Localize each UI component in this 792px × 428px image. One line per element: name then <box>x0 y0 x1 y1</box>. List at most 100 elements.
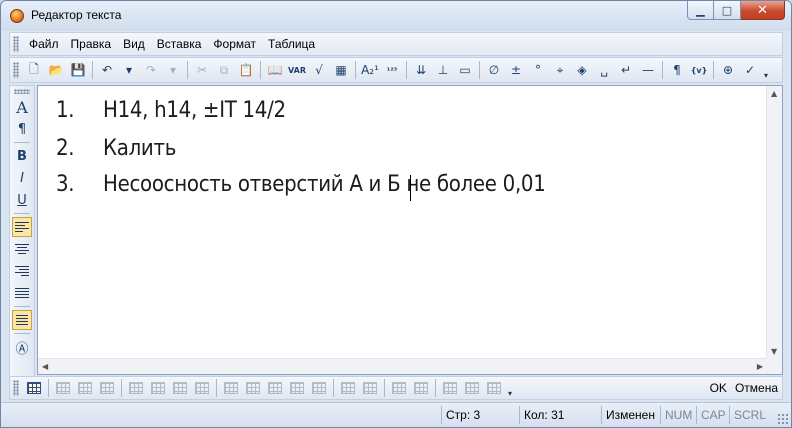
minimize-button[interactable]: ▁ <box>687 1 714 20</box>
line-break-icon[interactable]: ↵ <box>616 60 636 80</box>
table-toolbar-grip-icon[interactable] <box>13 380 19 396</box>
line-number: 1. <box>56 98 75 123</box>
bold-icon[interactable]: B <box>12 146 32 166</box>
table-op-icon[interactable] <box>53 379 73 397</box>
window-controls: ▁ □ ✕ <box>687 1 785 21</box>
pilcrow-icon[interactable]: ¶ <box>667 60 687 80</box>
undo-dropdown-icon[interactable]: ▾ <box>119 60 139 80</box>
format-toolbar-grip-icon[interactable] <box>14 89 30 94</box>
toolbar-overflow-icon[interactable]: ▾ <box>761 60 771 80</box>
line-text[interactable]: H14, h14, ±IT 14/2 <box>103 98 286 123</box>
menu-view[interactable]: Вид <box>117 37 151 51</box>
text-frame-icon[interactable]: Ⓐ <box>12 337 32 357</box>
roughness-icon[interactable]: √ <box>309 60 329 80</box>
open-folder-icon[interactable]: 📂 <box>46 60 66 80</box>
font-icon[interactable]: A <box>12 97 32 117</box>
table-op-icon[interactable] <box>148 379 168 397</box>
crosshair-icon[interactable]: ⌖ <box>550 60 570 80</box>
cut-icon[interactable]: ✂ <box>192 60 212 80</box>
align-center-icon[interactable] <box>12 239 32 259</box>
insert-table-icon[interactable] <box>24 379 44 397</box>
table-op-icon[interactable] <box>360 379 380 397</box>
cancel-button[interactable]: Отмена <box>735 381 778 395</box>
cube-icon[interactable]: ◈ <box>572 60 592 80</box>
status-cap: CAP <box>696 406 729 424</box>
title-bar[interactable]: Редактор текста ▁ □ ✕ <box>1 1 791 31</box>
line-text[interactable]: Калить <box>103 136 176 161</box>
menu-edit[interactable]: Правка <box>65 37 118 51</box>
italic-icon[interactable]: I <box>12 168 32 188</box>
scroll-up-icon[interactable]: ▲ <box>771 89 777 98</box>
diameter-icon[interactable]: ∅ <box>484 60 504 80</box>
tolerance-icon[interactable]: ⇊ <box>411 60 431 80</box>
undo-icon[interactable]: ↶ <box>97 60 117 80</box>
numbered-list-icon[interactable] <box>12 310 32 330</box>
table-op-icon[interactable] <box>126 379 146 397</box>
table-op-icon[interactable] <box>170 379 190 397</box>
index-icon[interactable]: A₂¹ <box>360 60 380 80</box>
table-toolbar-overflow-icon[interactable]: ▾ <box>505 378 515 398</box>
menu-table[interactable]: Таблица <box>262 37 321 51</box>
redo-dropdown-icon[interactable]: ▾ <box>163 60 183 80</box>
new-file-icon[interactable]: 🗋 <box>24 60 44 80</box>
table-op-icon[interactable] <box>440 379 460 397</box>
toolbar-separator <box>333 379 334 397</box>
document-line[interactable]: 2. Калить <box>56 136 176 161</box>
toolbar-separator <box>14 142 30 143</box>
book-icon[interactable]: 📖 <box>265 60 285 80</box>
base-icon[interactable]: ⊥ <box>433 60 453 80</box>
menu-insert[interactable]: Вставка <box>151 37 208 51</box>
status-scrl: SCRL <box>729 406 769 424</box>
table-op-icon[interactable] <box>338 379 358 397</box>
menu-format[interactable]: Формат <box>207 37 262 51</box>
paragraph-icon[interactable]: ¶ <box>12 119 32 139</box>
table-op-icon[interactable] <box>97 379 117 397</box>
menu-file[interactable]: Файл <box>23 37 65 51</box>
ok-button[interactable]: OK <box>710 381 727 395</box>
underline-icon[interactable]: U <box>12 190 32 210</box>
align-justify-icon[interactable] <box>12 283 32 303</box>
save-icon[interactable]: 💾 <box>68 60 88 80</box>
horizontal-scrollbar[interactable]: ◀ ▶ <box>38 358 767 374</box>
degree-icon[interactable]: ° <box>528 60 548 80</box>
align-left-icon[interactable] <box>12 217 32 237</box>
paste-icon[interactable]: 📋 <box>236 60 256 80</box>
menubar-grip-icon[interactable] <box>13 36 19 52</box>
special-char-icon[interactable]: {v} <box>689 60 709 80</box>
scroll-down-icon[interactable]: ▼ <box>771 347 777 356</box>
redo-icon[interactable]: ↷ <box>141 60 161 80</box>
table-op-icon[interactable] <box>462 379 482 397</box>
space-icon[interactable]: ␣ <box>594 60 614 80</box>
maximize-button[interactable]: □ <box>714 1 741 20</box>
zoom-icon[interactable]: ⊕ <box>718 60 738 80</box>
table-op-icon[interactable] <box>192 379 212 397</box>
scroll-right-icon[interactable]: ▶ <box>757 362 763 371</box>
align-right-icon[interactable] <box>12 261 32 281</box>
toolbar-grip-icon[interactable] <box>13 62 19 78</box>
text-editor-area[interactable]: ▲ ▼ ◀ ▶ 1. H14, h14, ±IT 14/2 2. Калить 3. Не… <box>37 85 783 375</box>
plus-minus-icon[interactable]: ± <box>506 60 526 80</box>
table-op-icon[interactable] <box>75 379 95 397</box>
table-op-icon[interactable] <box>287 379 307 397</box>
resize-grip-icon[interactable] <box>777 413 789 425</box>
vertical-scrollbar[interactable]: ▲ ▼ <box>766 86 782 359</box>
table-op-icon[interactable] <box>265 379 285 397</box>
scroll-left-icon[interactable]: ◀ <box>42 362 48 371</box>
table-op-icon[interactable] <box>221 379 241 397</box>
variable-icon[interactable]: VAR <box>287 60 307 80</box>
line-text[interactable]: Несоосность отверстий А и Б не более 0,0… <box>103 172 546 197</box>
dash-icon[interactable]: — <box>638 60 658 80</box>
form-tolerance-icon[interactable]: ▭ <box>455 60 475 80</box>
image-icon[interactable]: ▦ <box>331 60 351 80</box>
close-button[interactable]: ✕ <box>741 1 785 20</box>
document-line[interactable]: 1. H14, h14, ±IT 14/2 <box>56 98 286 123</box>
document-line[interactable]: 3. Несоосность отверстий А и Б не более 0… <box>56 172 546 197</box>
copy-icon[interactable]: ⧉ <box>214 60 234 80</box>
table-op-icon[interactable] <box>484 379 504 397</box>
table-op-icon[interactable] <box>389 379 409 397</box>
table-op-icon[interactable] <box>309 379 329 397</box>
table-op-icon[interactable] <box>411 379 431 397</box>
check-icon[interactable]: ✓ <box>740 60 760 80</box>
fraction-icon[interactable]: ¹²³ <box>382 60 402 80</box>
table-op-icon[interactable] <box>243 379 263 397</box>
